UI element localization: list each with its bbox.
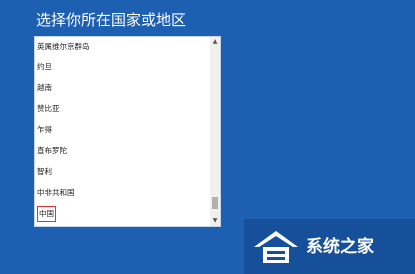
region-label: 英属维尔京群岛 [37,42,90,51]
region-list[interactable]: 英属维尔京群岛 约旦 越南 赞比亚 乍得 直布罗陀 智利 中非共和国 中国 ▲ … [34,36,221,227]
selected-region-label: 中国 [37,206,56,222]
vertical-scrollbar[interactable]: ▲ ▼ [210,37,220,226]
scroll-thumb[interactable] [212,197,218,209]
page-title: 选择你所在国家或地区 [36,11,187,29]
list-item[interactable]: 赞比亚 [35,99,210,119]
region-selection-page: 选择你所在国家或地区 英属维尔京群岛 约旦 越南 赞比亚 乍得 直布罗陀 智利 … [0,0,415,274]
list-item[interactable]: 英属维尔京群岛 [35,37,210,57]
region-label: 中非共和国 [37,188,75,197]
list-item[interactable]: 越南 [35,78,210,98]
list-item[interactable]: 乍得 [35,120,210,140]
house-logo-icon [254,231,298,263]
region-label: 约旦 [37,62,52,71]
region-label: 赞比亚 [37,104,60,113]
list-item[interactable]: 约旦 [35,57,210,77]
region-label: 智利 [37,167,52,176]
watermark-text: 系统之家 [306,237,374,257]
list-item[interactable]: 中非共和国 [35,183,210,203]
list-item-selected[interactable]: 中国 [35,203,210,223]
list-item[interactable]: 直布罗陀 [35,141,210,161]
watermark: 系统之家 [244,219,415,274]
scroll-up-arrow-icon[interactable]: ▲ [210,37,220,47]
region-label: 越南 [37,83,52,92]
scroll-down-arrow-icon[interactable]: ▼ [210,216,220,226]
list-item[interactable]: 智利 [35,162,210,182]
region-label: 直布罗陀 [37,146,67,155]
region-label: 乍得 [37,125,52,134]
